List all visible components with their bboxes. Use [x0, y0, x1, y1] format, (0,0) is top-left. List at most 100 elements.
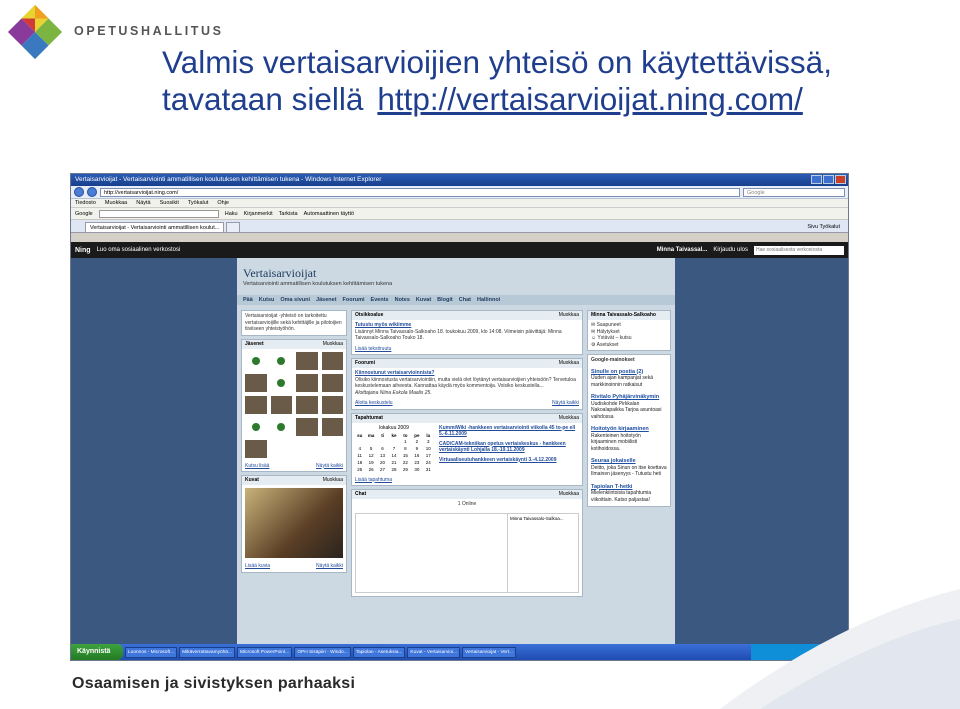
calendar-day[interactable]: 2: [411, 438, 422, 445]
nav-events[interactable]: Events: [371, 295, 389, 305]
calendar-day[interactable]: [377, 438, 388, 445]
members-see-all-link[interactable]: Näytä kaikki: [316, 463, 343, 470]
calendar-day[interactable]: 31: [423, 466, 434, 473]
ning-search-input[interactable]: Hae sosiaalisesta verkostosta: [754, 245, 844, 255]
taskbar-item[interactable]: OPH Sisäpiiri - Windo...: [294, 646, 351, 658]
calendar-day[interactable]: 19: [365, 459, 376, 466]
nav-invite[interactable]: Kutsu: [259, 295, 275, 305]
taskbar-item[interactable]: Kuvat - Vertaisarvioi...: [407, 646, 461, 658]
start-button[interactable]: Käynnistä: [71, 644, 123, 660]
browser-search-input[interactable]: Google: [743, 187, 845, 197]
address-bar[interactable]: http://vertaisarvioijat.ning.com/: [100, 187, 740, 197]
calendar-day[interactable]: 1: [400, 438, 411, 445]
avatar[interactable]: [245, 395, 267, 414]
calendar-day[interactable]: 5: [365, 445, 376, 452]
calendar-day[interactable]: 8: [400, 445, 411, 452]
avatar[interactable]: [277, 422, 286, 431]
nav-chat[interactable]: Chat: [459, 295, 471, 305]
ad-item[interactable]: Tapiolan T-hetki Mielenkiintoisia tapahtu…: [588, 481, 670, 507]
calendar-day[interactable]: 4: [354, 445, 365, 452]
menu-file[interactable]: Tiedosto: [75, 199, 96, 207]
ad-item[interactable]: Rivitalo Pyhäjärvinäkymin Uudiskohde Pirk…: [588, 391, 670, 423]
nav-main[interactable]: Pää: [243, 295, 253, 305]
menu-edit[interactable]: Muokkaa: [105, 199, 127, 207]
ning-brand-sub[interactable]: Luo oma sosiaalinen verkostosi: [97, 247, 181, 253]
taskbar-item[interactable]: Microsoft PowerPoint...: [236, 646, 293, 658]
google-search-button[interactable]: Haku: [225, 211, 238, 217]
chat-user[interactable]: Minna Taivassalo-Salkoa...: [510, 516, 563, 521]
calendar-day[interactable]: 22: [400, 459, 411, 466]
taskbar-item[interactable]: Tapiolan - Asetuksia...: [352, 646, 406, 658]
ad-item[interactable]: Hoitotyön kirjaaminen Rakenteinen hoitoty…: [588, 423, 670, 455]
nav-members[interactable]: Jäsenet: [316, 295, 337, 305]
calendar-day[interactable]: 27: [377, 466, 388, 473]
chat-edit-button[interactable]: Muokkaa: [559, 490, 582, 499]
calendar-day[interactable]: [354, 438, 365, 445]
forum-edit-button[interactable]: Muokkaa: [559, 359, 582, 368]
calendar-day[interactable]: 9: [411, 445, 422, 452]
calendar-day[interactable]: 6: [377, 445, 388, 452]
avatar[interactable]: [321, 351, 343, 370]
calendar-day[interactable]: 24: [423, 459, 434, 466]
welcome-edit-button[interactable]: Muokkaa: [559, 311, 582, 320]
back-button[interactable]: [74, 187, 84, 197]
add-event-link[interactable]: Lisää tapahtuma: [355, 477, 392, 483]
taskbar-item[interactable]: Luonnos - Microsoft...: [125, 646, 178, 658]
calendar-day[interactable]: [388, 438, 399, 445]
avatar[interactable]: [251, 356, 260, 365]
avatar[interactable]: [321, 373, 343, 392]
taskbar-item[interactable]: Vertaisarvioijat - Vert...: [462, 646, 517, 658]
ad-item[interactable]: Sinulle on postia (2) Uuden ajan kampanja…: [588, 366, 670, 392]
calendar-day[interactable]: 14: [388, 452, 399, 459]
title-url-link[interactable]: http://vertaisarvioijat.ning.com/: [377, 81, 802, 117]
calendar-day[interactable]: 10: [423, 445, 434, 452]
avatar[interactable]: [251, 422, 260, 431]
forward-button[interactable]: [87, 187, 97, 197]
calendar-day[interactable]: 21: [388, 459, 399, 466]
avatar[interactable]: [277, 378, 286, 387]
avatar[interactable]: [321, 417, 343, 436]
calendar-day[interactable]: 29: [400, 466, 411, 473]
members-edit-button[interactable]: Muokkaa: [323, 340, 346, 349]
avatar[interactable]: [277, 356, 286, 365]
calendar-day[interactable]: 15: [400, 452, 411, 459]
calendar-day[interactable]: 12: [365, 452, 376, 459]
new-tab-button[interactable]: [226, 222, 241, 232]
minimize-button[interactable]: [811, 175, 822, 184]
calendar-day[interactable]: 30: [411, 466, 422, 473]
event-item[interactable]: CAD/CAM-tekniikan opetus vertaiskeskus -…: [439, 441, 579, 454]
calendar-day[interactable]: 26: [365, 466, 376, 473]
calendar-day[interactable]: 20: [377, 459, 388, 466]
nav-blogs[interactable]: Blogit: [437, 295, 453, 305]
avatar[interactable]: [296, 417, 318, 436]
google-toolbar-search[interactable]: [98, 209, 219, 218]
autofill-button[interactable]: Automaattinen täyttö: [304, 211, 354, 217]
avatar[interactable]: [296, 395, 318, 414]
menu-tools[interactable]: Työkalut: [188, 199, 208, 207]
nav-notes[interactable]: Notes: [395, 295, 410, 305]
current-user[interactable]: Minna Taivassal...: [657, 247, 708, 253]
calendar-day[interactable]: 11: [354, 452, 365, 459]
check-button[interactable]: Tarkista: [279, 211, 298, 217]
calendar-day[interactable]: 17: [423, 452, 434, 459]
event-item[interactable]: KummiWiki -hankkeen vertaisarviointi vii…: [439, 425, 579, 438]
start-topic-link[interactable]: Aloita keskustelu: [355, 400, 393, 407]
avatar[interactable]: [245, 439, 267, 458]
nav-my-page[interactable]: Oma sivuni: [280, 295, 310, 305]
calendar-day[interactable]: 13: [377, 452, 388, 459]
logout-link[interactable]: Kirjaudu ulos: [713, 247, 748, 253]
ad-item[interactable]: Seuraa jokaiselle Deitto, joka Sinun on i…: [588, 455, 670, 481]
page-tools[interactable]: Sivu Työkalut: [807, 222, 840, 232]
nav-photos[interactable]: Kuvat: [416, 295, 431, 305]
event-item[interactable]: Virtuaaliseutuhankkeen vertaiskäynti 3.-…: [439, 457, 579, 464]
avatar[interactable]: [296, 373, 318, 392]
avatar[interactable]: [270, 395, 292, 414]
nav-manage[interactable]: Hallinnoi: [477, 295, 500, 305]
ning-brand[interactable]: Ning: [75, 247, 91, 254]
bookmarks-button[interactable]: Kirjanmerkit: [244, 211, 273, 217]
wiki-link[interactable]: Tutustu myös wikiimme: [355, 322, 411, 328]
settings-link[interactable]: ⚙ Asetukset: [591, 342, 667, 349]
close-button[interactable]: [835, 175, 846, 184]
forum-topic-link[interactable]: Kiinnostunut vertaisarvioinnista?: [355, 370, 434, 376]
calendar-day[interactable]: 25: [354, 466, 365, 473]
